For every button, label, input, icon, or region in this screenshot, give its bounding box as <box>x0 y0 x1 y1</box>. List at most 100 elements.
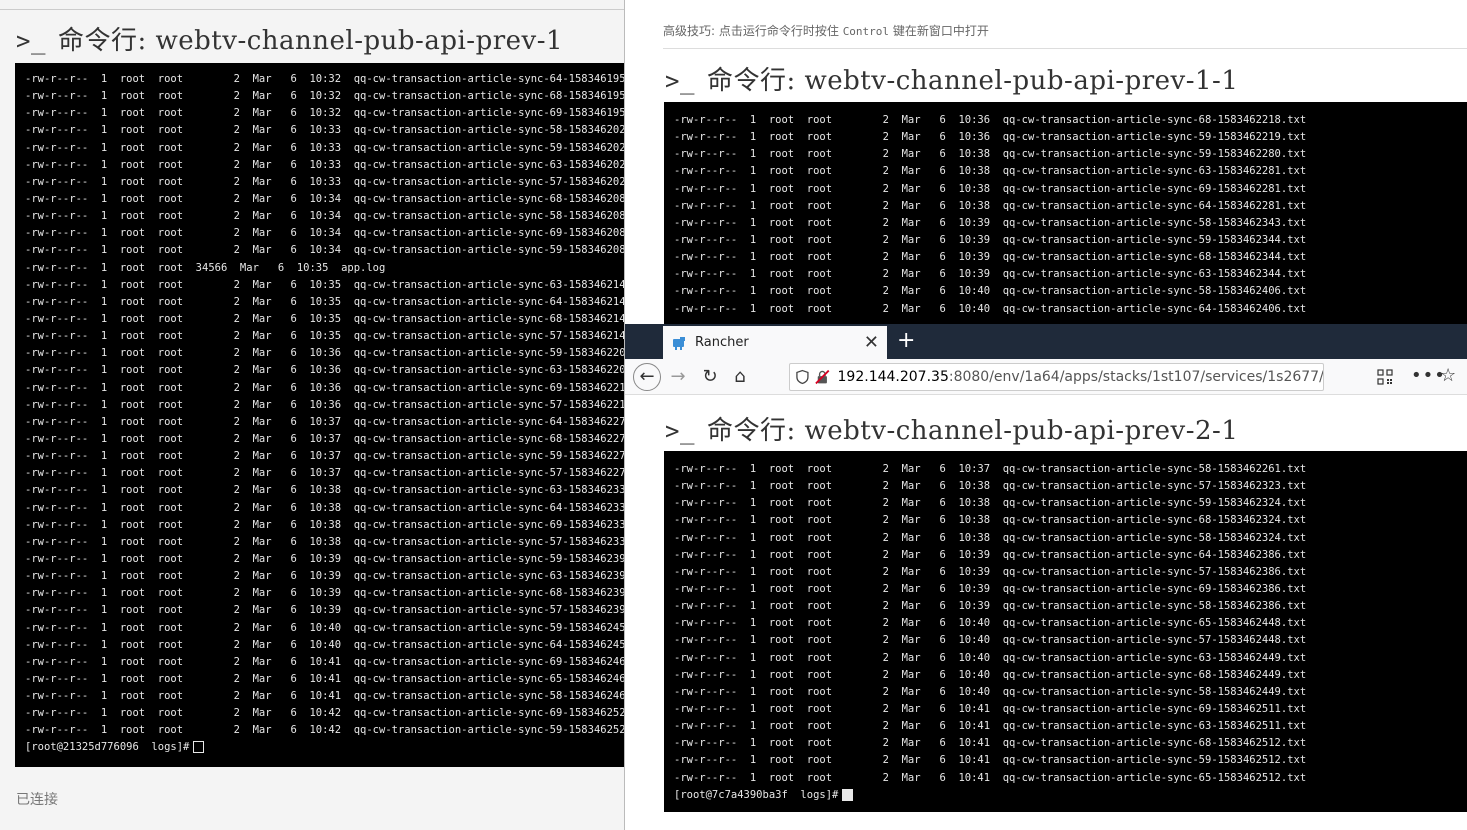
terminal-line: -rw-r--r-- 1 root root 2 Mar 6 10:39 qq-… <box>674 565 1307 578</box>
browser-pane-title-text: 命令行: webtv-channel-pub-api-prev-2-1 <box>707 416 1239 446</box>
tab-strip: Rancher ✕ + <box>625 324 1467 359</box>
terminal-line: -rw-r--r-- 1 root root 2 Mar 6 10:35 qq-… <box>25 295 624 308</box>
shell-prompt-line[interactable]: [root@21325d776096 logs]# <box>15 739 624 756</box>
terminal-line: -rw-r--r-- 1 root root 2 Mar 6 10:38 qq-… <box>25 518 624 531</box>
terminal-line: -rw-r--r-- 1 root root 2 Mar 6 10:38 qq-… <box>674 148 1307 161</box>
divider <box>0 9 624 10</box>
terminal-line: -rw-r--r-- 1 root root 2 Mar 6 10:32 qq-… <box>25 90 624 103</box>
back-arrow-icon[interactable]: ← <box>633 363 661 391</box>
address-bar[interactable]: 192.144.207.35:8080/env/1a64/apps/stacks… <box>789 363 1324 391</box>
terminal-line: -rw-r--r-- 1 root root 2 Mar 6 10:34 qq-… <box>25 210 624 223</box>
terminal-line: -rw-r--r-- 1 root root 2 Mar 6 10:36 qq-… <box>674 131 1307 144</box>
shell-prompt: [root@7c7a4390ba3f logs]# <box>674 788 839 801</box>
reload-icon[interactable]: ↻ <box>699 366 721 388</box>
terminal-line: -rw-r--r-- 1 root root 2 Mar 6 10:41 qq-… <box>674 737 1307 750</box>
connection-status: 已连接 <box>16 792 58 808</box>
browser-pane-title: >_ 命令行: webtv-channel-pub-api-prev-2-1 <box>665 410 1238 447</box>
terminal-line: -rw-r--r-- 1 root root 2 Mar 6 10:41 qq-… <box>25 672 624 685</box>
terminal-line: -rw-r--r-- 1 root root 2 Mar 6 10:39 qq-… <box>674 548 1307 561</box>
rancher-logo-icon <box>673 336 685 350</box>
home-icon[interactable]: ⌂ <box>729 366 751 388</box>
terminal-line: -rw-r--r-- 1 root root 2 Mar 6 10:34 qq-… <box>25 227 624 240</box>
terminal-line: -rw-r--r-- 1 root root 2 Mar 6 10:38 qq-… <box>674 497 1307 510</box>
divider <box>663 48 1467 49</box>
terminal-line: -rw-r--r-- 1 root root 2 Mar 6 10:38 qq-… <box>674 480 1307 493</box>
terminal-line: -rw-r--r-- 1 root root 2 Mar 6 10:35 qq-… <box>25 312 624 325</box>
new-tab-icon[interactable]: + <box>897 328 915 353</box>
terminal-line: -rw-r--r-- 1 root root 2 Mar 6 10:33 qq-… <box>25 158 624 171</box>
terminal-line: -rw-r--r-- 1 root root 2 Mar 6 10:41 qq-… <box>25 690 624 703</box>
terminal-line: -rw-r--r-- 1 root root 2 Mar 6 10:34 qq-… <box>25 192 624 205</box>
terminal-line: -rw-r--r-- 1 root root 2 Mar 6 10:37 qq-… <box>25 415 624 428</box>
terminal-line: -rw-r--r-- 1 root root 2 Mar 6 10:32 qq-… <box>25 73 624 85</box>
terminal-line: -rw-r--r-- 1 root root 2 Mar 6 10:42 qq-… <box>25 707 624 720</box>
terminal-line: -rw-r--r-- 1 root root 2 Mar 6 10:39 qq-… <box>25 570 624 583</box>
terminal-line: -rw-r--r-- 1 root root 2 Mar 6 10:37 qq-… <box>674 463 1307 475</box>
shield-icon[interactable] <box>796 369 809 385</box>
terminal-line: -rw-r--r-- 1 root root 2 Mar 6 10:37 qq-… <box>25 432 624 445</box>
insecure-lock-icon[interactable] <box>815 369 830 385</box>
terminal-line: -rw-r--r-- 1 root root 2 Mar 6 10:40 qq-… <box>674 634 1307 647</box>
url-host: 192.144.207.35 <box>837 369 949 385</box>
shell-prompt: [root@21325d776096 logs]# <box>25 741 190 754</box>
terminal-line: -rw-r--r-- 1 root root 2 Mar 6 10:39 qq-… <box>25 587 624 600</box>
terminal-line: -rw-r--r-- 1 root root 2 Mar 6 10:40 qq-… <box>674 617 1307 630</box>
terminal-line: -rw-r--r-- 1 root root 2 Mar 6 10:38 qq-… <box>674 531 1307 544</box>
browser-terminal-output[interactable]: -rw-r--r-- 1 root root 2 Mar 6 10:37 qq-… <box>664 451 1467 812</box>
terminal-line: -rw-r--r-- 1 root root 2 Mar 6 10:36 qq-… <box>25 347 624 360</box>
terminal-line: -rw-r--r-- 1 root root 2 Mar 6 10:36 qq-… <box>25 398 624 411</box>
left-terminal-output[interactable]: -rw-r--r-- 1 root root 2 Mar 6 10:32 qq-… <box>15 63 624 767</box>
terminal-line: -rw-r--r-- 1 root root 2 Mar 6 10:39 qq-… <box>674 582 1307 595</box>
left-pane-title-text: 命令行: webtv-channel-pub-api-prev-1 <box>58 26 564 56</box>
tab-title: Rancher <box>695 335 749 350</box>
terminal-line: -rw-r--r-- 1 root root 2 Mar 6 10:39 qq-… <box>674 216 1307 229</box>
terminal-line: -rw-r--r-- 1 root root 2 Mar 6 10:41 qq-… <box>25 655 624 668</box>
forward-arrow-icon[interactable]: → <box>667 366 689 388</box>
left-pane-title: >_ 命令行: webtv-channel-pub-api-prev-1 <box>16 20 563 57</box>
terminal-line: -rw-r--r-- 1 root root 2 Mar 6 10:36 qq-… <box>674 114 1307 126</box>
terminal-line: -rw-r--r-- 1 root root 2 Mar 6 10:39 qq-… <box>25 552 624 565</box>
tab-rancher[interactable]: Rancher ✕ <box>663 326 887 359</box>
right-top-pane-title: >_ 命令行: webtv-channel-pub-api-prev-1-1 <box>665 60 1238 97</box>
terminal-prompt-icon: >_ <box>665 417 695 445</box>
terminal-line: -rw-r--r-- 1 root root 2 Mar 6 10:36 qq-… <box>25 364 624 377</box>
terminal-line: -rw-r--r-- 1 root root 2 Mar 6 10:33 qq-… <box>25 124 624 137</box>
shell-prompt-line[interactable]: [root@7c7a4390ba3f logs]# <box>664 787 1467 804</box>
terminal-line: -rw-r--r-- 1 root root 2 Mar 6 10:39 qq-… <box>674 268 1307 281</box>
right-top-terminal-pane: 高级技巧: 点击运行命令行时按住 Control 键在新窗口中打开 >_ 命令行:… <box>624 0 1467 324</box>
tip-suffix: 键在新窗口中打开 <box>892 24 989 38</box>
terminal-line: -rw-r--r-- 1 root root 2 Mar 6 10:40 qq-… <box>674 302 1307 315</box>
terminal-line: -rw-r--r-- 1 root root 2 Mar 6 10:35 qq-… <box>25 330 624 343</box>
terminal-line: -rw-r--r-- 1 root root 2 Mar 6 10:38 qq-… <box>25 535 624 548</box>
cursor-icon <box>193 741 205 754</box>
browser-window: Rancher ✕ + ← → ↻ ⌂ 192.144.207.35:8080/… <box>624 324 1467 830</box>
terminal-line: -rw-r--r-- 1 root root 2 Mar 6 10:39 qq-… <box>674 600 1307 613</box>
tip-prefix: 高级技巧: 点击运行命令行时按住 <box>663 24 839 38</box>
tip-text: 高级技巧: 点击运行命令行时按住 Control 键在新窗口中打开 <box>663 22 989 39</box>
navigation-bar: ← → ↻ ⌂ 192.144.207.35:8080/env/1a64/app… <box>625 359 1467 395</box>
terminal-line: -rw-r--r-- 1 root root 2 Mar 6 10:38 qq-… <box>25 484 624 497</box>
terminal-line: -rw-r--r-- 1 root root 2 Mar 6 10:32 qq-… <box>25 107 624 120</box>
terminal-line: -rw-r--r-- 1 root root 2 Mar 6 10:38 qq-… <box>674 514 1307 527</box>
terminal-line: -rw-r--r-- 1 root root 2 Mar 6 10:35 qq-… <box>25 278 624 291</box>
url-text: 192.144.207.35:8080/env/1a64/apps/stacks… <box>838 369 1323 385</box>
terminal-line: -rw-r--r-- 1 root root 2 Mar 6 10:38 qq-… <box>674 182 1307 195</box>
url-path: :8080/env/1a64/apps/stacks/1st107/servic… <box>948 369 1323 385</box>
terminal-line: -rw-r--r-- 1 root root 2 Mar 6 10:39 qq-… <box>674 251 1307 264</box>
terminal-line: -rw-r--r-- 1 root root 2 Mar 6 10:40 qq-… <box>674 685 1307 698</box>
terminal-prompt-icon: >_ <box>16 27 46 55</box>
terminal-line: -rw-r--r-- 1 root root 2 Mar 6 10:34 qq-… <box>25 244 624 257</box>
tip-key: Control <box>842 25 890 38</box>
terminal-line: -rw-r--r-- 1 root root 2 Mar 6 10:41 qq-… <box>674 720 1307 733</box>
terminal-line: -rw-r--r-- 1 root root 2 Mar 6 10:37 qq-… <box>25 467 624 480</box>
terminal-line: -rw-r--r-- 1 root root 2 Mar 6 10:40 qq-… <box>25 621 624 634</box>
terminal-line: -rw-r--r-- 1 root root 2 Mar 6 10:41 qq-… <box>674 702 1307 715</box>
right-top-terminal-output[interactable]: -rw-r--r-- 1 root root 2 Mar 6 10:36 qq-… <box>664 102 1467 324</box>
terminal-line: -rw-r--r-- 1 root root 2 Mar 6 10:33 qq-… <box>25 175 624 188</box>
qr-code-icon[interactable] <box>1377 369 1393 385</box>
terminal-line: -rw-r--r-- 1 root root 2 Mar 6 10:40 qq-… <box>674 651 1307 664</box>
terminal-line: -rw-r--r-- 1 root root 2 Mar 6 10:38 qq-… <box>674 165 1307 178</box>
bookmark-star-icon[interactable]: ☆ <box>1440 365 1456 386</box>
close-icon[interactable]: ✕ <box>864 332 879 353</box>
terminal-line: -rw-r--r-- 1 root root 2 Mar 6 10:40 qq-… <box>674 668 1307 681</box>
